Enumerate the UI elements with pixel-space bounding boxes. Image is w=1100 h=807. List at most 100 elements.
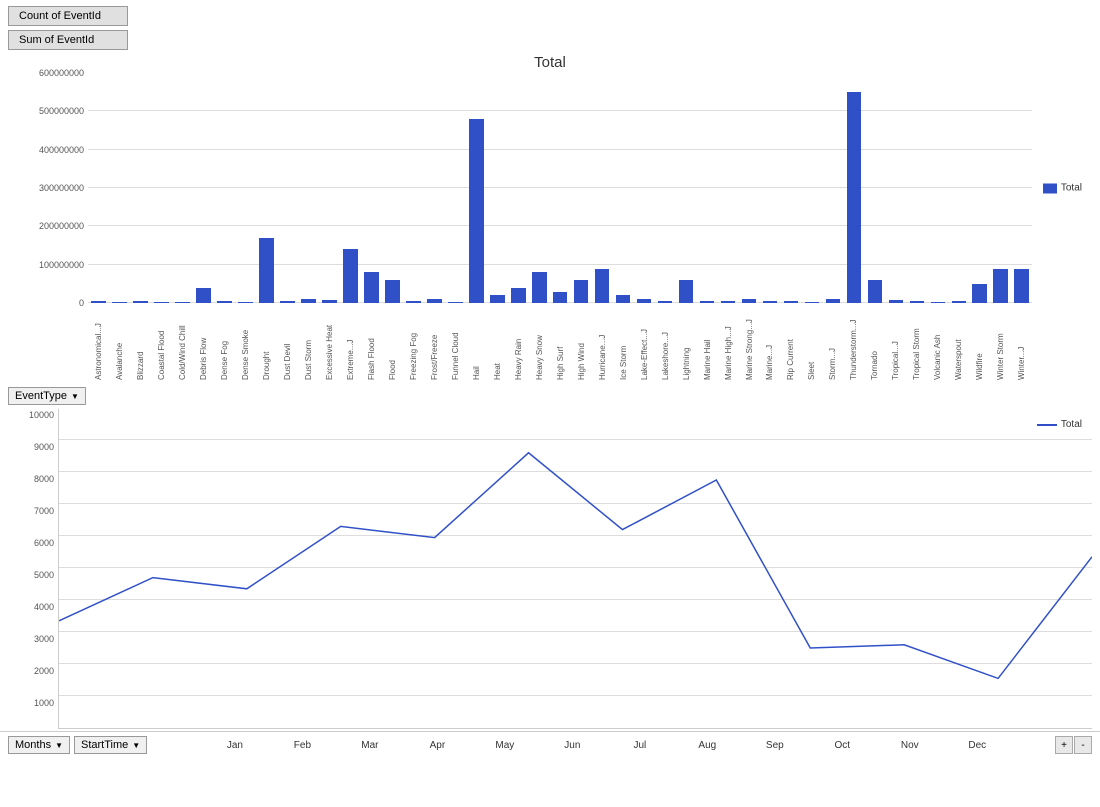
bar-rect [679,280,694,303]
bar-x-label: Rip Current [780,303,801,383]
bar-x-label: Excessive Heat [319,303,340,383]
bar-item [172,73,193,303]
bar-x-label: Freezing Fog [403,303,424,383]
bar-y-label: 400000000 [39,145,84,155]
bar-rect [322,300,337,303]
bar-item [403,73,424,303]
event-type-dropdown-row: EventType [8,387,1100,405]
starttime-dropdown[interactable]: StartTime [74,736,147,754]
bar-rect [700,301,715,303]
bar-legend-label: Total [1061,183,1082,194]
bar-rect [259,238,274,303]
bar-rect [616,295,631,303]
bar-rect [889,300,904,303]
bar-item [885,73,906,303]
months-dropdown[interactable]: Months [8,736,70,754]
bar-item [780,73,801,303]
bar-item [1011,73,1032,303]
bar-rect [175,302,190,303]
bar-x-label: Sleet [801,303,822,383]
bar-item [760,73,781,303]
bar-rect [154,302,169,303]
bar-x-label: Marine Strong...J [739,303,760,383]
bar-rect [847,92,862,303]
bar-rect [826,299,841,303]
bar-x-label: Astronomical...J [88,303,109,383]
bar-rect [637,299,652,303]
bar-item [361,73,382,303]
bar-item [487,73,508,303]
bar-x-label: Winter Storm [990,303,1011,383]
bar-rect [343,249,358,303]
x-month-label: Nov [876,740,943,751]
bar-item [88,73,109,303]
bar-x-label: Heavy Snow [529,303,550,383]
bar-x-label: Avalanche [109,303,130,383]
bar-item [906,73,927,303]
line-y-label: 6000 [34,538,54,548]
bar-x-label: Lightning [676,303,697,383]
event-type-dropdown[interactable]: EventType [8,387,86,405]
bar-rect [658,301,673,303]
bar-rect [196,288,211,303]
bar-rect [301,299,316,303]
bar-rect [784,301,799,303]
bar-rect [280,301,295,303]
bar-x-label: Lakeshore...J [655,303,676,383]
bar-x-label: Funnel Cloud [445,303,466,383]
bar-rect [993,269,1008,304]
bar-item [948,73,969,303]
bar-x-labels: Astronomical...JAvalancheBlizzardCoastal… [88,303,1032,383]
bar-chart-section: Total 6000000005000000004000000003000000… [0,54,1100,383]
scroll-prev-button[interactable]: + [1055,736,1073,754]
bar-item [718,73,739,303]
bar-rect [112,302,127,303]
top-buttons-container: Count of EventId Sum of EventId [0,0,1100,54]
scroll-next-button[interactable]: - [1074,736,1092,754]
bar-x-label: Tornado [864,303,885,383]
bar-rect [805,302,820,303]
line-chart-svg [59,409,1092,728]
line-y-axis: 1000090008000700060005000400030002000100… [8,409,58,729]
bar-x-label: Drought [256,303,277,383]
count-eventid-button[interactable]: Count of EventId [8,6,128,26]
bar-item [676,73,697,303]
bar-rect [868,280,883,303]
bar-x-label: Thunderstorm...J [843,303,864,383]
bar-item [277,73,298,303]
line-y-label: 5000 [34,570,54,580]
x-month-label: Dec [944,740,1011,751]
bar-x-label: Dense Smoke [235,303,256,383]
bar-rect [553,292,568,304]
bar-item [529,73,550,303]
line-y-label: 3000 [34,634,54,644]
bar-rect [763,301,778,303]
bar-item [466,73,487,303]
bar-item [969,73,990,303]
x-month-label: Jan [201,740,268,751]
bar-x-label: Waterspout [948,303,969,383]
bar-x-label: Marine High...J [718,303,739,383]
bar-item [990,73,1011,303]
bar-x-label: Hail [466,303,487,383]
bar-item [508,73,529,303]
line-y-label: 4000 [34,602,54,612]
sum-eventid-button[interactable]: Sum of EventId [8,30,128,50]
bar-item [592,73,613,303]
bar-rect [595,269,610,304]
bar-rect [133,301,148,303]
bar-x-label: Cold/Wind Chill [172,303,193,383]
line-y-label: 9000 [34,442,54,452]
bar-item [319,73,340,303]
line-y-label: 7000 [34,506,54,516]
bar-item [613,73,634,303]
bar-rect [721,301,736,303]
x-month-label: Jul [606,740,673,751]
bar-item [214,73,235,303]
bar-item [298,73,319,303]
bar-y-label: 300000000 [39,183,84,193]
bar-rect [238,302,253,303]
bar-x-label: Tropical Storm [906,303,927,383]
bar-rect [1014,269,1029,304]
bar-item [340,73,361,303]
